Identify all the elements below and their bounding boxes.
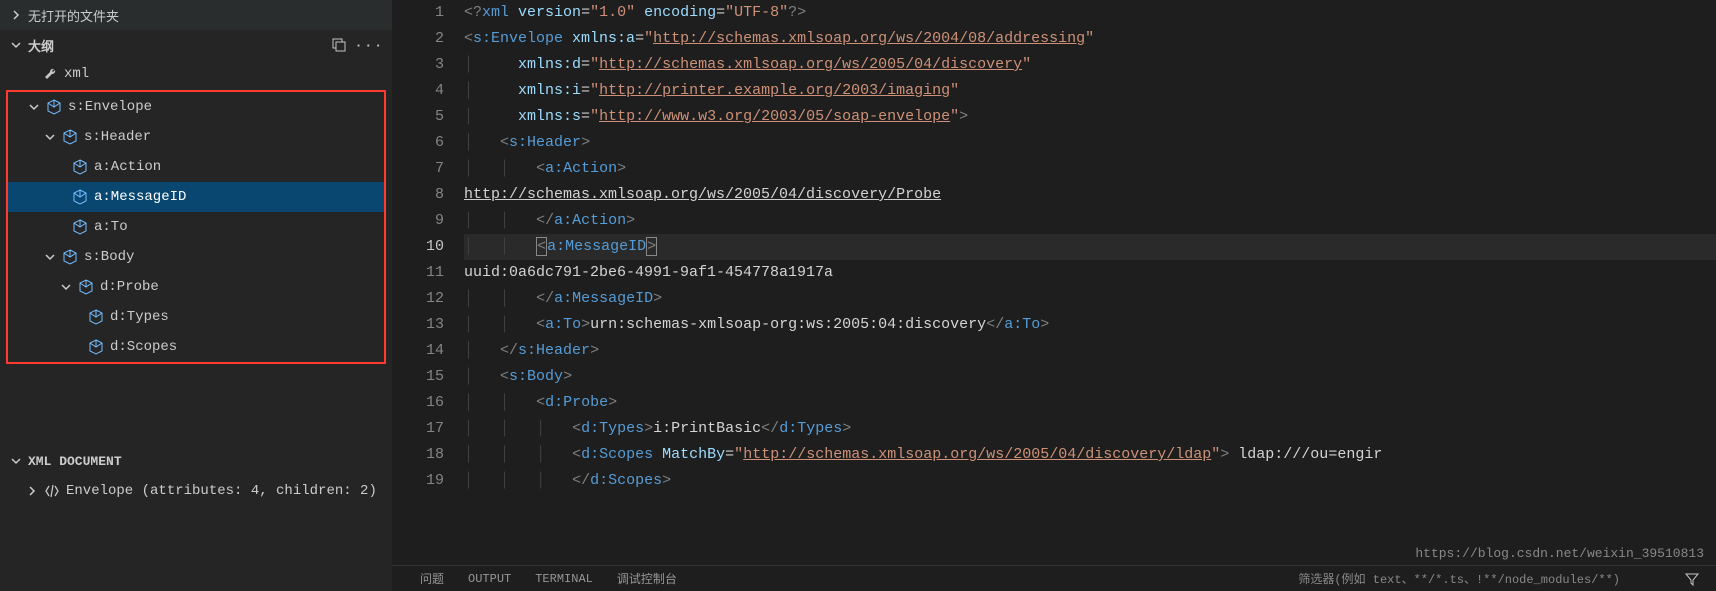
cube-icon bbox=[88, 339, 104, 355]
outline-header[interactable]: 大纲 ··· bbox=[0, 30, 392, 60]
tree-item-label: a:Action bbox=[94, 159, 161, 175]
chevron-down-icon bbox=[26, 99, 42, 115]
xml-envelope-item[interactable]: Envelope (attributes: 4, children: 2) bbox=[0, 476, 392, 506]
cube-icon bbox=[88, 309, 104, 325]
collapse-all-icon[interactable] bbox=[331, 37, 347, 53]
tree-item-label: s:Body bbox=[84, 249, 134, 265]
tree-item-label: d:Types bbox=[110, 309, 169, 325]
chevron-down-icon bbox=[58, 279, 74, 295]
tree-item-label: d:Scopes bbox=[110, 339, 177, 355]
tree-item-label: a:MessageID bbox=[94, 189, 186, 205]
cube-icon bbox=[46, 99, 62, 115]
tab-output[interactable]: OUTPUT bbox=[468, 572, 511, 586]
tab-debug[interactable]: 调试控制台 bbox=[617, 570, 677, 587]
chevron-down-icon bbox=[42, 249, 58, 265]
code-content[interactable]: <?xml version="1.0" encoding="UTF-8"?><s… bbox=[464, 0, 1716, 565]
sidebar: 无打开的文件夹 大纲 ··· xml s:Envelope bbox=[0, 0, 392, 591]
cube-icon bbox=[62, 249, 78, 265]
more-icon[interactable]: ··· bbox=[355, 38, 384, 53]
tree-scopes[interactable]: d:Scopes bbox=[8, 332, 384, 362]
xml-root-label: xml bbox=[64, 66, 89, 82]
cube-icon bbox=[62, 129, 78, 145]
code-icon bbox=[44, 483, 60, 499]
tree-item-label: s:Envelope bbox=[68, 99, 152, 115]
cube-icon bbox=[78, 279, 94, 295]
tree-action[interactable]: a:Action bbox=[8, 152, 384, 182]
filter-placeholder[interactable]: 筛选器(例如 text、**/*.ts、!**/node_modules/**) bbox=[1298, 570, 1620, 587]
chevron-right-icon bbox=[8, 7, 24, 23]
tree-item-label: a:To bbox=[94, 219, 128, 235]
chevron-right-icon bbox=[24, 483, 40, 499]
no-open-folder-header[interactable]: 无打开的文件夹 bbox=[0, 0, 392, 30]
cube-icon bbox=[72, 189, 88, 205]
editor: 12345678910111213141516171819 <?xml vers… bbox=[392, 0, 1716, 591]
tree-types[interactable]: d:Types bbox=[8, 302, 384, 332]
cube-icon bbox=[72, 159, 88, 175]
chevron-down-icon bbox=[8, 453, 24, 469]
panel-tabs: 问题 OUTPUT TERMINAL 调试控制台 筛选器(例如 text、**/… bbox=[392, 565, 1716, 591]
wrench-icon bbox=[42, 66, 58, 82]
watermark: https://blog.csdn.net/weixin_39510813 bbox=[1415, 546, 1704, 561]
chevron-down-icon bbox=[42, 129, 58, 145]
tree-messageid[interactable]: a:MessageID bbox=[8, 182, 384, 212]
tree-item-label: s:Header bbox=[84, 129, 151, 145]
tree-to[interactable]: a:To bbox=[8, 212, 384, 242]
xml-envelope-label: Envelope (attributes: 4, children: 2) bbox=[66, 483, 377, 499]
outline-title: 大纲 bbox=[28, 36, 54, 55]
xml-root-item[interactable]: xml bbox=[0, 60, 392, 88]
tab-terminal[interactable]: TERMINAL bbox=[535, 572, 593, 586]
cube-icon bbox=[72, 219, 88, 235]
xml-document-title: XML DOCUMENT bbox=[28, 454, 122, 469]
gutter: 12345678910111213141516171819 bbox=[392, 0, 464, 565]
no-open-folder-label: 无打开的文件夹 bbox=[28, 6, 119, 25]
tree-item-label: d:Probe bbox=[100, 279, 159, 295]
tree-body[interactable]: s:Body bbox=[8, 242, 384, 272]
tree-header[interactable]: s:Header bbox=[8, 122, 384, 152]
xml-document-header[interactable]: XML DOCUMENT bbox=[0, 446, 392, 476]
outline-highlight-box: s:Envelope s:Header a:Action a:MessageID… bbox=[6, 90, 386, 364]
chevron-down-icon bbox=[8, 37, 24, 53]
code-area[interactable]: 12345678910111213141516171819 <?xml vers… bbox=[392, 0, 1716, 565]
tree-probe[interactable]: d:Probe bbox=[8, 272, 384, 302]
tree-envelope[interactable]: s:Envelope bbox=[8, 92, 384, 122]
filter-icon[interactable] bbox=[1684, 571, 1700, 587]
tab-problems[interactable]: 问题 bbox=[420, 570, 444, 587]
